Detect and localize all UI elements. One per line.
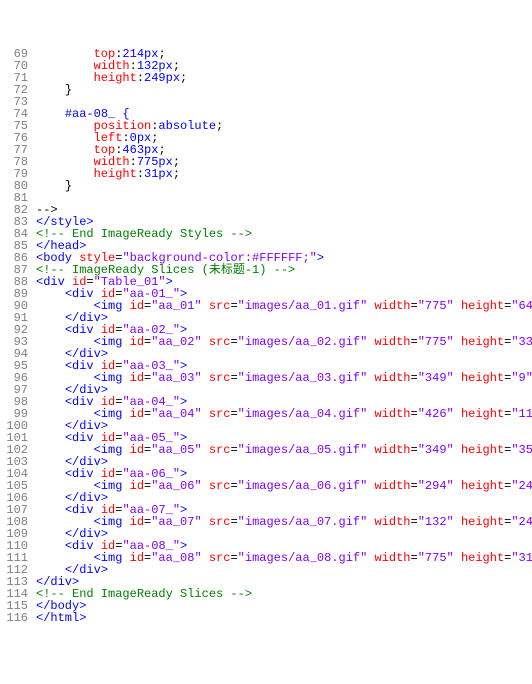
code-content[interactable]: <img id="aa_05" src="images/aa_05.gif" w… [36, 444, 532, 456]
code-content[interactable]: <img id="aa_01" src="images/aa_01.gif" w… [36, 300, 532, 312]
code-content[interactable] [36, 192, 532, 204]
code-line[interactable]: 79 height:31px; [0, 168, 532, 180]
code-content[interactable]: </body> [36, 600, 532, 612]
code-content[interactable]: <img id="aa_03" src="images/aa_03.gif" w… [36, 372, 532, 384]
code-content[interactable]: <img id="aa_04" src="images/aa_04.gif" w… [36, 408, 532, 420]
code-content[interactable]: } [36, 180, 532, 192]
code-content[interactable]: <!-- End ImageReady Slices --> [36, 588, 532, 600]
code-content[interactable]: </html> [36, 612, 532, 624]
line-number: 116 [0, 612, 36, 624]
code-content[interactable]: height:249px; [36, 72, 532, 84]
code-line[interactable]: 116</html> [0, 612, 532, 624]
code-content[interactable]: height:31px; [36, 168, 532, 180]
code-line[interactable]: 72 } [0, 84, 532, 96]
code-content[interactable]: <img id="aa_07" src="images/aa_07.gif" w… [36, 516, 532, 528]
code-content[interactable]: <img id="aa_08" src="images/aa_08.gif" w… [36, 552, 532, 564]
code-content[interactable]: <img id="aa_02" src="images/aa_02.gif" w… [36, 336, 532, 348]
line-number: 113 [0, 576, 36, 588]
code-line[interactable]: 80 } [0, 180, 532, 192]
code-line[interactable]: 71 height:249px; [0, 72, 532, 84]
code-content[interactable]: </div> [36, 564, 532, 576]
code-content[interactable]: --> [36, 204, 532, 216]
line-number: 115 [0, 600, 36, 612]
code-content[interactable]: } [36, 84, 532, 96]
line-number: 114 [0, 588, 36, 600]
code-content[interactable]: <img id="aa_06" src="images/aa_06.gif" w… [36, 480, 532, 492]
code-line[interactable]: 81 [0, 192, 532, 204]
code-line[interactable]: 112 </div> [0, 564, 532, 576]
code-content[interactable]: <!-- End ImageReady Styles --> [36, 228, 532, 240]
code-editor[interactable]: 69 top:214px;70 width:132px;71 height:24… [0, 48, 532, 624]
